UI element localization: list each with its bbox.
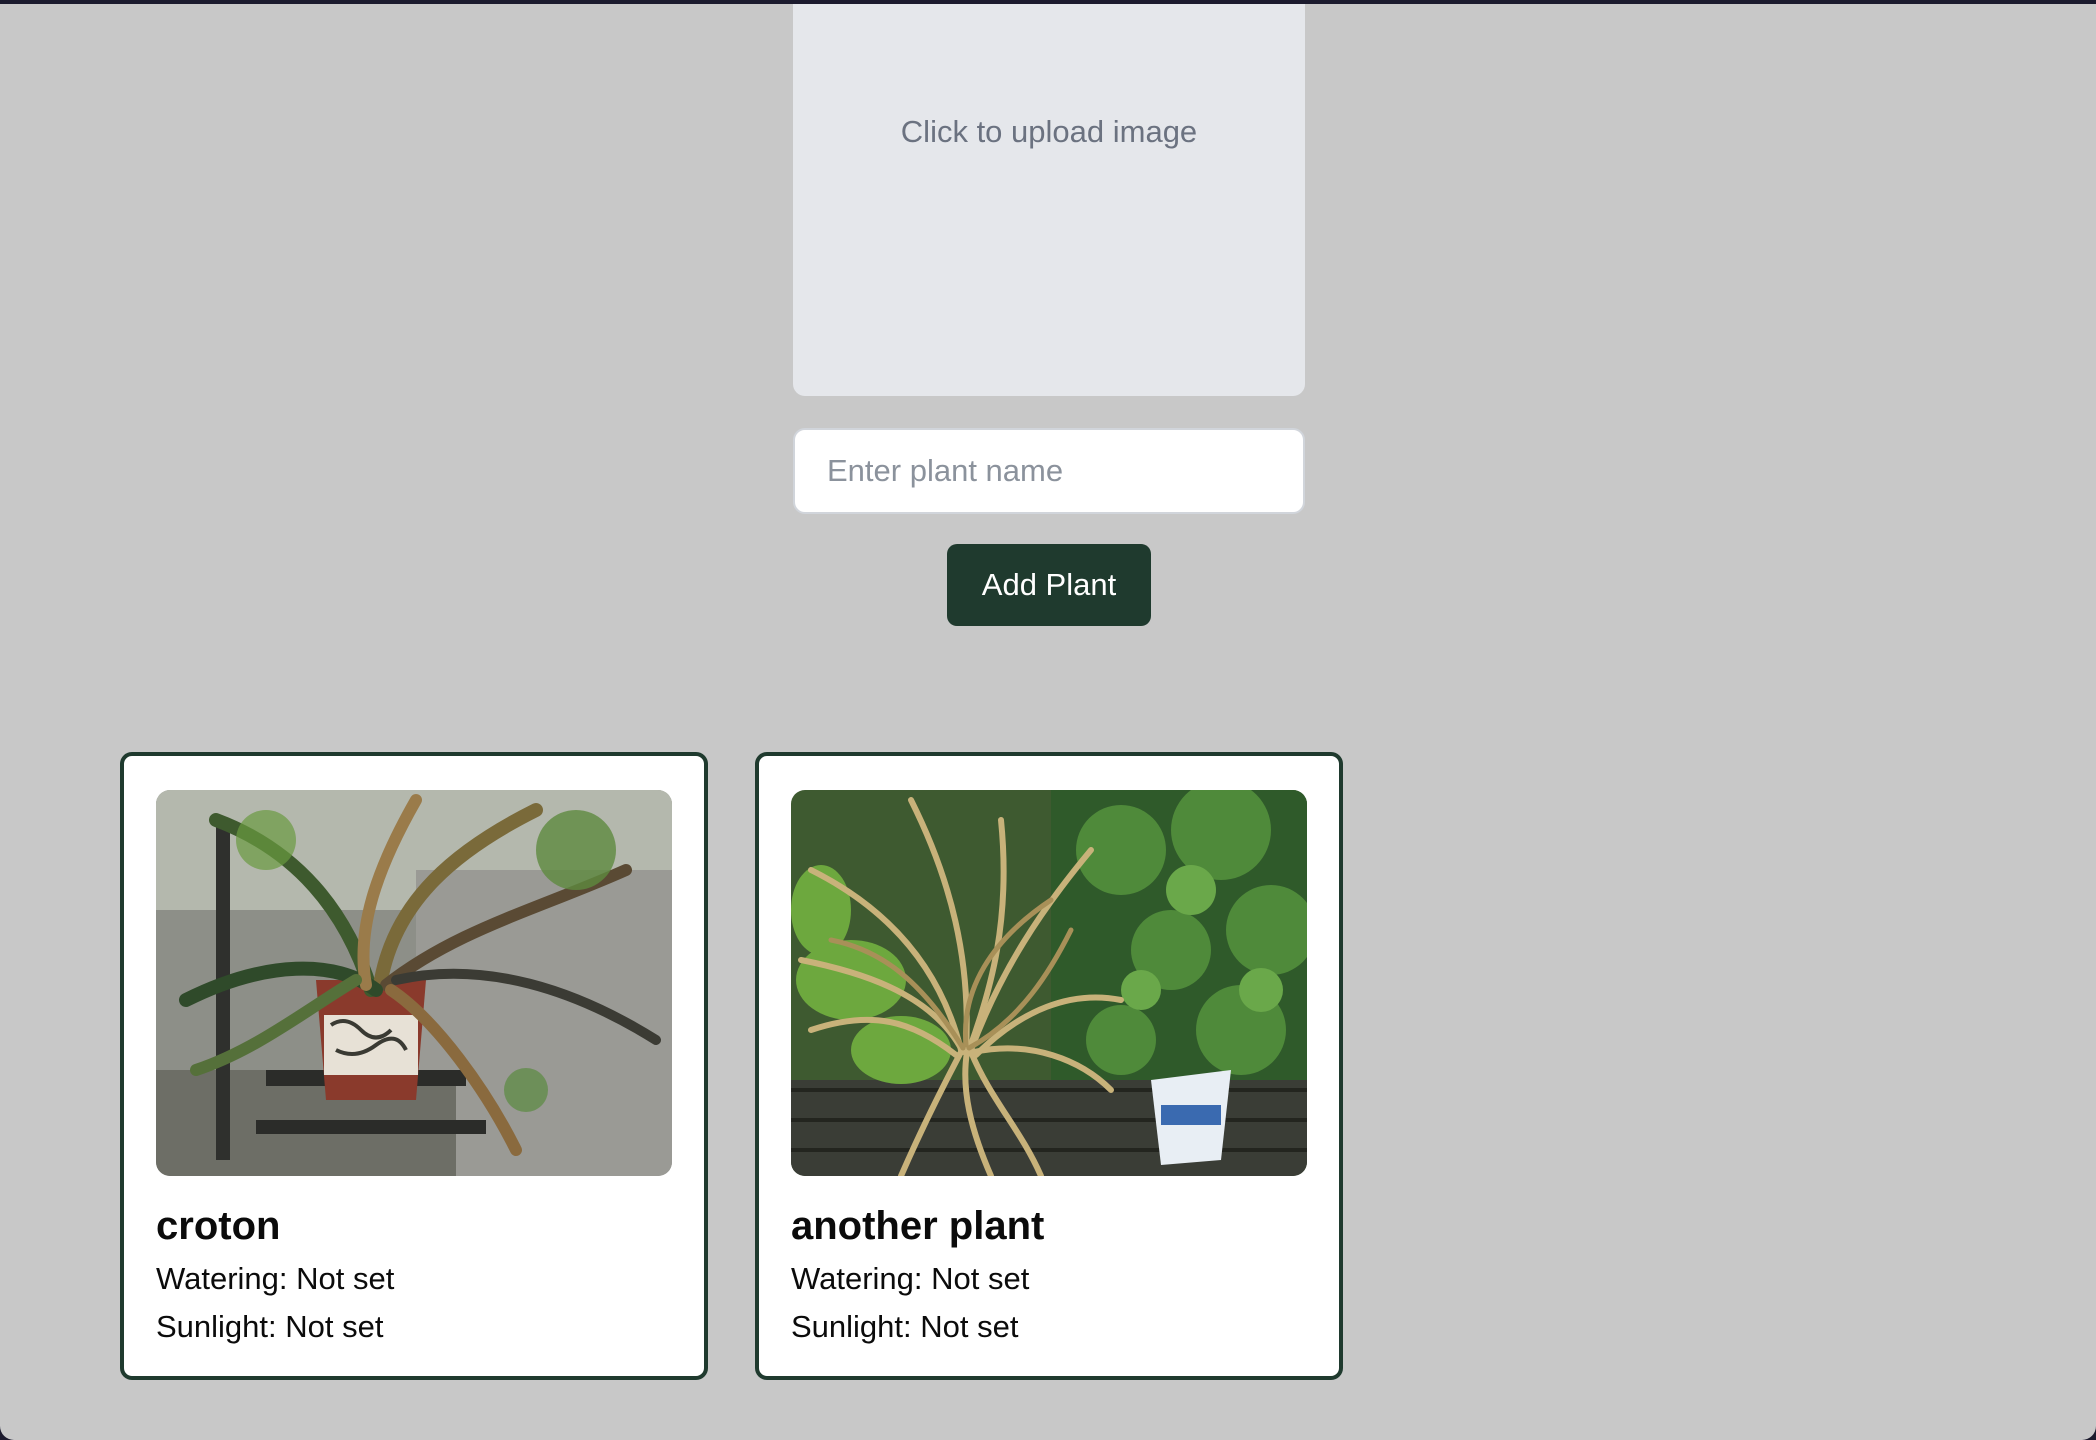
plant-name: another plant bbox=[791, 1204, 1045, 1248]
plant-watering: Watering: Not set bbox=[791, 1261, 1030, 1296]
app-container: Click to upload image Add Plant bbox=[0, 4, 2096, 1440]
upload-prompt: Click to upload image bbox=[900, 114, 1198, 149]
plant-name-input[interactable] bbox=[793, 428, 1305, 514]
plant-card: croton Watering: Not set Sunlight: Not s… bbox=[120, 752, 708, 1380]
plant-card: another plant Watering: Not set Sunlight… bbox=[755, 752, 1343, 1380]
plant-sunlight: Sunlight: Not set bbox=[791, 1309, 1019, 1344]
plant-name: croton bbox=[156, 1204, 281, 1248]
plant-photo bbox=[156, 790, 672, 1176]
plant-watering: Watering: Not set bbox=[156, 1261, 395, 1296]
add-plant-button[interactable]: Add Plant bbox=[947, 544, 1151, 626]
plant-sunlight: Sunlight: Not set bbox=[156, 1309, 384, 1344]
image-upload-area[interactable]: Click to upload image bbox=[793, 4, 1305, 396]
plant-photo bbox=[791, 790, 1307, 1176]
